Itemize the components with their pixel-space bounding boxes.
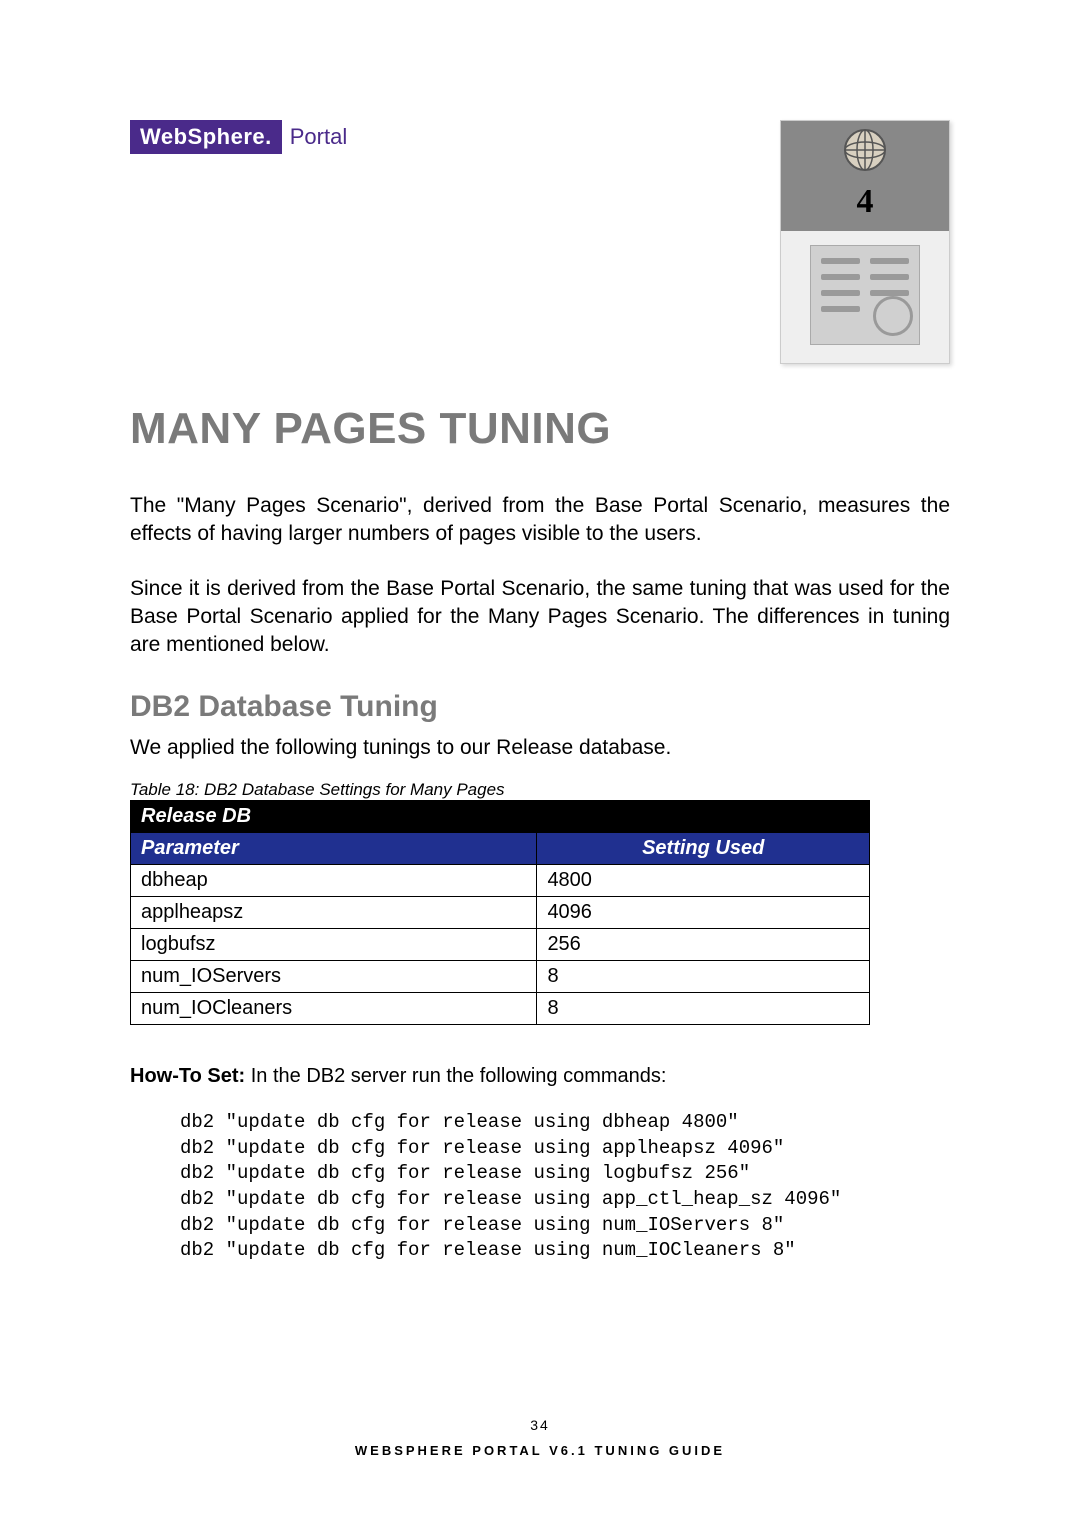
value-cell: 8 <box>537 961 870 993</box>
command-block: db2 "update db cfg for release using dbh… <box>180 1110 950 1264</box>
section-heading: DB2 Database Tuning <box>130 690 950 724</box>
footer-title: WEBSPHERE PORTAL V6.1 TUNING GUIDE <box>0 1443 1080 1458</box>
document-icon <box>781 231 949 363</box>
table-title: Release DB <box>131 801 870 833</box>
brand-box: WebSphere. <box>130 120 282 154</box>
value-cell: 4800 <box>537 865 870 897</box>
param-cell: num_IOServers <box>131 961 537 993</box>
param-cell: dbheap <box>131 865 537 897</box>
intro-paragraph-1: The "Many Pages Scenario", derived from … <box>130 492 950 549</box>
brand-header: WebSphere. Portal <box>130 120 347 154</box>
value-cell: 256 <box>537 929 870 961</box>
page-footer: 34 WEBSPHERE PORTAL V6.1 TUNING GUIDE <box>0 1417 1080 1458</box>
table-row: dbheap 4800 <box>131 865 870 897</box>
table-row: num_IOCleaners 8 <box>131 993 870 1025</box>
param-cell: logbufsz <box>131 929 537 961</box>
howto-text: In the DB2 server run the following comm… <box>245 1065 666 1087</box>
table-row: logbufsz 256 <box>131 929 870 961</box>
value-cell: 4096 <box>537 897 870 929</box>
intro-paragraph-2: Since it is derived from the Base Portal… <box>130 575 950 660</box>
table-row: num_IOServers 8 <box>131 961 870 993</box>
howto-line: How-To Set: In the DB2 server run the fo… <box>130 1065 950 1088</box>
col-setting: Setting Used <box>537 833 870 865</box>
howto-label: How-To Set: <box>130 1065 245 1087</box>
globe-icon <box>781 121 949 177</box>
chapter-badge: 4 <box>780 120 950 364</box>
value-cell: 8 <box>537 993 870 1025</box>
param-cell: applheapsz <box>131 897 537 929</box>
page-number: 34 <box>0 1417 1080 1433</box>
chapter-title: MANY PAGES TUNING <box>130 404 950 454</box>
db2-settings-table: Release DB Parameter Setting Used dbheap… <box>130 800 870 1025</box>
param-cell: num_IOCleaners <box>131 993 537 1025</box>
col-parameter: Parameter <box>131 833 537 865</box>
brand-suffix: Portal <box>290 124 347 150</box>
section-lead: We applied the following tunings to our … <box>130 734 950 762</box>
table-caption: Table 18: DB2 Database Settings for Many… <box>130 780 950 800</box>
table-row: applheapsz 4096 <box>131 897 870 929</box>
chapter-number: 4 <box>781 177 949 231</box>
